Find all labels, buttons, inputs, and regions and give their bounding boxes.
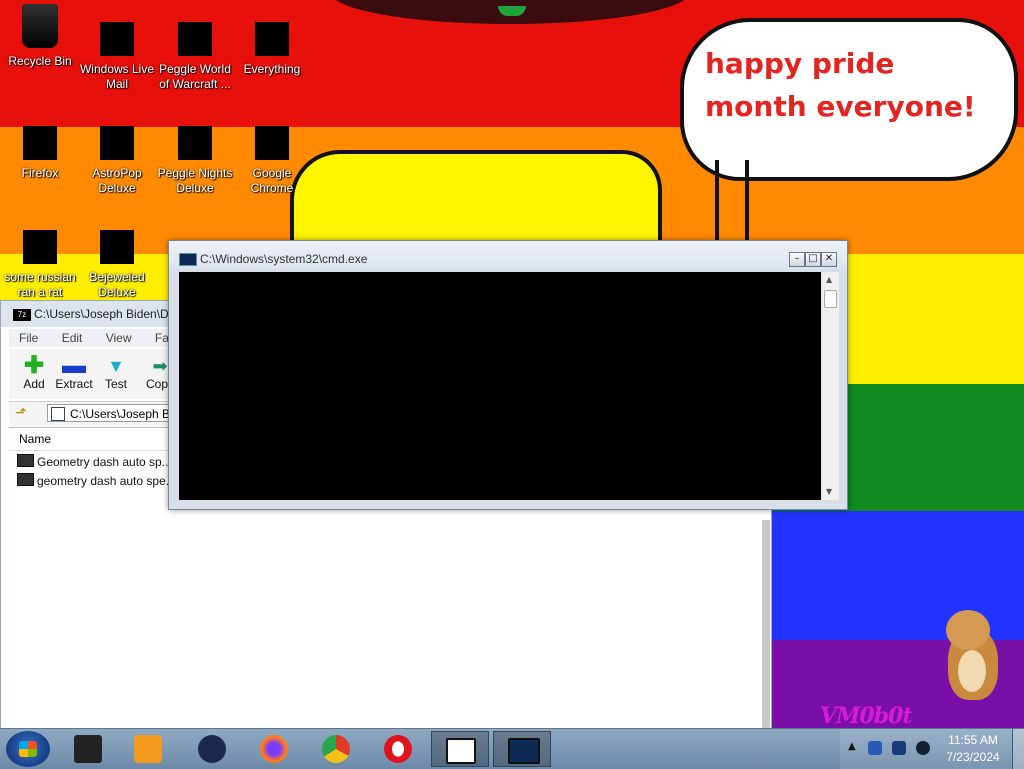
close-button[interactable]: ✕	[821, 252, 837, 267]
opera-icon	[384, 735, 412, 763]
desktop-icon-label: Firefox	[21, 166, 59, 180]
desktop-icon-russian-rat-file[interactable]: some russian ran a rat	[0, 230, 80, 300]
desktop-icon-label: Peggle World of Warcraft ...	[159, 62, 231, 91]
globe-icon	[198, 735, 226, 763]
scroll-up-arrow-icon[interactable]: ▲	[826, 275, 832, 284]
cmd-scrollbar[interactable]: ▲ ▼	[821, 272, 839, 500]
maximize-button[interactable]: □	[805, 252, 821, 267]
desktop-icon-peggle-nights[interactable]: Peggle Nights Deluxe	[155, 126, 235, 196]
cmd-title-bar[interactable]: C:\Windows\system32\cmd.exe – □ ✕	[169, 241, 847, 269]
7zip-window-title: C:\Users\Joseph Biden\Do	[34, 307, 176, 321]
file-name: Geometry dash auto sp...	[37, 455, 172, 469]
clock-date: 7/23/2024	[946, 750, 1000, 764]
cmd-console-area[interactable]	[179, 272, 821, 500]
desktop-icon-astropop[interactable]: AstroPop Deluxe	[77, 126, 157, 196]
list-item[interactable]: geometry dash auto spe...	[17, 473, 176, 491]
mail-icon	[100, 22, 134, 56]
firefox-icon	[23, 126, 57, 160]
7zip-app-icon: 7z	[13, 309, 31, 321]
taskbar: ▲ 11:55 AM 7/23/2024	[0, 728, 1024, 769]
cmd-app-icon	[179, 253, 197, 266]
clock-time: 11:55 AM	[948, 733, 998, 747]
taskbar-media-item[interactable]	[120, 731, 178, 767]
file-icon	[23, 230, 57, 264]
dancing-hamster-image	[942, 610, 1004, 705]
test-button-label: Test	[104, 377, 127, 391]
desktop-icon-google-chrome[interactable]: Google Chrome	[232, 126, 312, 196]
menu-file[interactable]: File	[19, 331, 38, 345]
menu-edit[interactable]: Edit	[62, 331, 83, 345]
desktop-icon-label: some russian ran a rat	[4, 270, 76, 299]
peggle-nights-icon	[178, 126, 212, 160]
desktop-icon-peggle-wow[interactable]: Peggle World of Warcraft ...	[155, 22, 235, 92]
taskbar-7zip-item[interactable]	[431, 731, 489, 767]
show-hidden-icons-icon[interactable]: ▲	[848, 741, 856, 752]
file-name: geometry dash auto spe...	[37, 474, 176, 488]
desktop-icon-label: Bejeweled Deluxe	[89, 270, 145, 299]
recycle-bin-icon	[22, 4, 58, 48]
windows-logo-icon	[19, 741, 37, 757]
desktop-icon-firefox[interactable]: Firefox	[0, 126, 80, 181]
taskbar-opera-item[interactable]	[370, 731, 428, 767]
desktop-icon-label: AstroPop Deluxe	[92, 166, 142, 195]
path-text: C:\Users\Joseph Bi	[70, 407, 173, 421]
peggle-wow-icon	[178, 22, 212, 56]
astropop-icon	[100, 126, 134, 160]
desktop-icon-label: Google Chrome	[250, 166, 294, 195]
taskbar-chrome-item[interactable]	[308, 731, 366, 767]
start-button[interactable]	[6, 731, 50, 767]
exe-file-icon	[17, 473, 34, 486]
media-player-icon	[134, 735, 162, 763]
7zip-icon	[446, 738, 476, 764]
watermark-text: VM0b0t	[820, 703, 913, 729]
desktop-icon-recycle-bin[interactable]: Recycle Bin	[0, 4, 80, 69]
desktop-icon-label: Recycle Bin	[8, 54, 72, 68]
cmd-icon	[508, 738, 540, 764]
drive-icon	[51, 407, 65, 421]
desktop-icon-bejeweled[interactable]: Bejeweled Deluxe	[77, 230, 157, 300]
everything-search-icon	[255, 22, 289, 56]
network-icon[interactable]	[892, 741, 906, 755]
check-icon: ▼	[107, 356, 125, 376]
desktop-icon-windows-live-mail[interactable]: Windows Live Mail	[77, 22, 157, 92]
chrome-icon	[255, 126, 289, 160]
test-button[interactable]: ▼ Test	[91, 355, 141, 391]
taskbar-browser-item[interactable]	[184, 731, 242, 767]
menu-view[interactable]: View	[106, 331, 132, 345]
folder-up-icon[interactable]: ⬏	[15, 405, 27, 421]
cmd-window-title: C:\Windows\system32\cmd.exe	[200, 252, 368, 266]
scrollbar-thumb[interactable]	[824, 290, 837, 308]
bejeweled-icon	[100, 230, 134, 264]
folder-icon	[74, 735, 102, 763]
hamster-belly	[958, 650, 986, 692]
speech-bubble-tail	[715, 160, 749, 244]
exe-file-icon	[17, 454, 34, 467]
desktop-icon-everything[interactable]: Everything	[232, 22, 312, 77]
speech-bubble-text: happy pride month everyone!	[705, 47, 976, 123]
taskbar-firefox-item[interactable]	[246, 731, 304, 767]
chrome-icon	[322, 735, 350, 763]
volume-icon[interactable]	[916, 741, 930, 755]
desktop-icon-label: Peggle Nights Deluxe	[157, 166, 233, 195]
list-item[interactable]: Geometry dash auto sp...	[17, 454, 172, 472]
scroll-down-arrow-icon[interactable]: ▼	[826, 487, 832, 496]
taskbar-clock[interactable]: 11:55 AM 7/23/2024	[936, 732, 1010, 766]
cmd-window[interactable]: C:\Windows\system32\cmd.exe – □ ✕ ▲ ▼	[168, 240, 848, 510]
firefox-icon	[260, 735, 288, 763]
taskbar-cmd-item[interactable]	[493, 731, 551, 767]
taskbar-folder-item[interactable]	[60, 731, 118, 767]
desktop-icon-label: Windows Live Mail	[79, 62, 155, 91]
minimize-button[interactable]: –	[789, 252, 805, 267]
show-desktop-button[interactable]	[1012, 729, 1024, 769]
action-center-icon[interactable]	[868, 741, 882, 755]
desktop-icon-label: Everything	[243, 62, 301, 76]
window-edge-strip	[762, 520, 770, 728]
column-header-name[interactable]: Name	[19, 432, 51, 446]
hamster-head	[946, 610, 990, 650]
